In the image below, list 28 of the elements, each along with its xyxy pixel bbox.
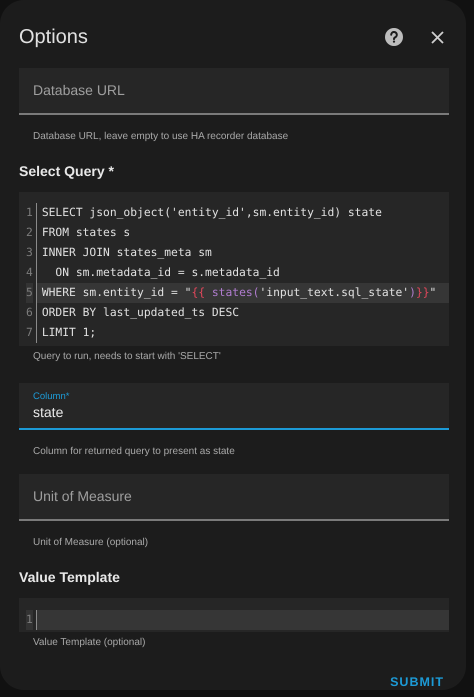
- field-value: state: [33, 402, 64, 420]
- field-label: Database URL: [33, 81, 126, 100]
- section-heading: Value Template: [19, 568, 120, 587]
- field-label: Unit of Measure: [33, 487, 133, 506]
- line-number: 7: [26, 325, 33, 341]
- line-number: 5: [26, 283, 33, 303]
- line-number: 3: [26, 245, 33, 261]
- code-editor[interactable]: 1: [19, 598, 449, 632]
- helper-text: Column for returned query to present as state: [32, 445, 235, 459]
- helper-text: Unit of Measure (optional): [32, 536, 148, 550]
- line-number: 1: [26, 205, 33, 221]
- line-number: 2: [26, 225, 33, 241]
- text-field[interactable]: Column* state: [19, 383, 449, 430]
- helper-text: Database URL, leave empty to use HA recorder database: [32, 130, 288, 144]
- section-heading: Select Query *: [19, 162, 114, 181]
- helper-text: Value Template (optional): [32, 636, 146, 650]
- line-number: 6: [26, 305, 33, 321]
- text-field[interactable]: Unit of Measure: [19, 474, 449, 521]
- close-icon[interactable]: [431, 30, 444, 44]
- dialog-title: Options: [19, 25, 89, 50]
- submit-button[interactable]: SUBMIT: [388, 669, 446, 696]
- line-number: 4: [26, 265, 33, 281]
- helper-text: Query to run, needs to start with 'SELECT': [32, 350, 221, 364]
- code-editor[interactable]: [19, 192, 449, 346]
- line-number: 1: [26, 610, 33, 630]
- text-field[interactable]: Database URL: [19, 68, 449, 115]
- help-icon[interactable]: [385, 28, 403, 46]
- field-label: Column*: [33, 390, 70, 402]
